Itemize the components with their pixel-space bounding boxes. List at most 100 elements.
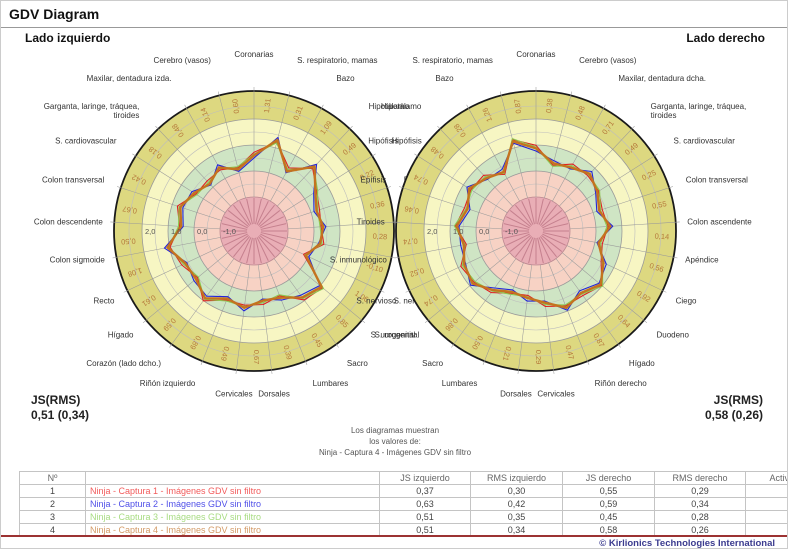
sector-label: Colon descendente xyxy=(34,217,103,226)
sector-label: Corazón (lado dcho.) xyxy=(86,359,161,368)
js-rms-right-label: JS(RMS) xyxy=(705,393,763,408)
js-rms-right-value: 0,58 (0,26) xyxy=(705,408,763,423)
sector-label: Tiroides xyxy=(357,217,385,226)
js-rms-left: JS(RMS) 0,51 (0,34) xyxy=(31,393,89,423)
sector-value: 0,28 xyxy=(372,231,387,241)
cell-capture-name: Ninja - Captura 1 - Imágenes GDV sin fil… xyxy=(86,485,380,498)
table-row[interactable]: 1Ninja - Captura 1 - Imágenes GDV sin fi… xyxy=(20,485,788,498)
cell-rms-right: 0,29 xyxy=(655,485,746,498)
sector-label: Cervicales xyxy=(537,390,574,399)
js-rms-left-value: 0,51 (0,34) xyxy=(31,408,89,423)
sector-label: S. respiratorio, mamas xyxy=(297,56,377,65)
sector-value: 0,87 xyxy=(512,98,523,114)
sector-label: Sacro xyxy=(422,359,443,368)
cell-activation xyxy=(746,511,788,524)
cell-capture-name: Ninja - Captura 2 - Imágenes GDV sin fil… xyxy=(86,498,380,511)
cell-num: 2 xyxy=(20,498,86,511)
cell-rms-right: 0,34 xyxy=(655,498,746,511)
sector-label: S. nervioso xyxy=(356,297,397,306)
table-header-6: Activación xyxy=(746,472,788,485)
js-rms-right: JS(RMS) 0,58 (0,26) xyxy=(705,393,763,423)
sector-label: Colon transversal xyxy=(42,175,104,184)
cell-capture-name: Ninja - Captura 3 - Imágenes GDV sin fil… xyxy=(86,511,380,524)
cell-js-left: 0,63 xyxy=(380,498,471,511)
sector-label: Duodeno xyxy=(656,331,689,340)
sector-label: Lumbares xyxy=(442,379,478,388)
table-header-1 xyxy=(86,472,380,485)
sector-label: Maxilar, dentadura dcha. xyxy=(618,74,706,83)
sector-label: S. inmunológico xyxy=(330,255,387,264)
captures-table-header: NºJS izquierdoRMS izquierdoJS derechoRMS… xyxy=(20,472,788,485)
cell-js-right: 0,45 xyxy=(563,511,655,524)
sector-label: S. respiratorio, mamas xyxy=(412,56,492,65)
ring-tick-label: 0,0 xyxy=(197,227,207,236)
diagram-note: Los diagramas muestran los valores de: N… xyxy=(1,425,788,458)
cell-activation xyxy=(746,498,788,511)
sector-value: 0,74 xyxy=(403,236,418,246)
sector-label: Hipotálamo xyxy=(381,102,422,111)
sector-label: S. cardiovascular xyxy=(674,137,736,146)
ring-tick-label: -1,0 xyxy=(223,227,236,236)
sector-label: Cerebro (vasos) xyxy=(579,56,637,65)
cell-num: 3 xyxy=(20,511,86,524)
cell-rms-left: 0,35 xyxy=(471,511,563,524)
note-line-3: Ninja - Captura 4 - Imágenes GDV sin fil… xyxy=(1,447,788,458)
cell-js-right: 0,59 xyxy=(563,498,655,511)
sector-label: Recto xyxy=(94,297,115,306)
cell-activation xyxy=(746,485,788,498)
ring-tick-label: 1,0 xyxy=(453,227,463,236)
sector-label: Colon transversal xyxy=(686,175,748,184)
sector-label: Riñón derecho xyxy=(595,379,648,388)
sector-label: Hipófisis xyxy=(368,137,398,146)
sector-label: Maxilar, dentadura izda. xyxy=(87,74,172,83)
sector-value: 0,60 xyxy=(230,98,241,114)
table-header-5: RMS derecho xyxy=(655,472,746,485)
sector-label: Ciego xyxy=(676,297,697,306)
note-line-2: los valores de: xyxy=(1,436,788,447)
ring-tick-label: 2,0 xyxy=(427,227,437,236)
sector-label: Bazo xyxy=(435,74,454,83)
table-header-2: JS izquierdo xyxy=(380,472,471,485)
sector-label: Lumbares xyxy=(313,379,349,388)
ring-tick-label: -1,0 xyxy=(505,227,518,236)
gdv-radar-charts: 0,601,310,311,090,490,220,360,28-0,101,0… xyxy=(1,43,788,415)
title-divider xyxy=(1,27,788,28)
sector-value: 0,29 xyxy=(534,350,543,365)
sector-label: Colon ascendente xyxy=(687,217,752,226)
ring-tick-label: 1,0 xyxy=(171,227,181,236)
cell-rms-right: 0,28 xyxy=(655,511,746,524)
sector-label: Cerebro (vasos) xyxy=(154,56,212,65)
sector-value: 0,67 xyxy=(252,350,261,365)
sector-label: Colon sigmoide xyxy=(50,255,106,264)
sector-label: Apéndice xyxy=(685,255,719,264)
table-row[interactable]: 3Ninja - Captura 3 - Imágenes GDV sin fi… xyxy=(20,511,788,524)
sector-label: Garganta, laringe, tráquea,tiroides xyxy=(651,102,747,120)
copyright: © Kirlionics Technologies International xyxy=(599,538,775,549)
cell-num: 1 xyxy=(20,485,86,498)
sector-label: Sacro xyxy=(347,359,368,368)
sector-label: S. cardiovascular xyxy=(55,137,117,146)
ring-tick-label: 0,0 xyxy=(479,227,489,236)
captures-table: NºJS izquierdoRMS izquierdoJS derechoRMS… xyxy=(19,471,788,537)
ring-tick-label: 2,0 xyxy=(145,227,155,236)
sector-label: Epífisis xyxy=(360,175,386,184)
sector-value: 0,38 xyxy=(544,98,555,114)
sector-label: Hígado xyxy=(108,331,134,340)
table-row[interactable]: 2Ninja - Captura 2 - Imágenes GDV sin fi… xyxy=(20,498,788,511)
sector-label: Hígado xyxy=(629,359,655,368)
cell-js-left: 0,51 xyxy=(380,511,471,524)
sector-label: S. urogenital xyxy=(371,331,416,340)
sector-label: Cervicales xyxy=(215,390,252,399)
sector-label: Garganta, laringe, tráquea,tiroides xyxy=(44,102,140,120)
cell-rms-left: 0,30 xyxy=(471,485,563,498)
bottom-divider xyxy=(1,535,788,537)
sector-value: 1,31 xyxy=(262,98,273,114)
note-line-1: Los diagramas muestran xyxy=(1,425,788,436)
js-rms-left-label: JS(RMS) xyxy=(31,393,89,408)
gdv-report-page: GDV Diagram Lado izquierdo Lado derecho … xyxy=(0,0,788,549)
sector-label: Riñón izquierdo xyxy=(140,379,196,388)
page-title: GDV Diagram xyxy=(9,6,99,22)
sector-label: Dorsales xyxy=(258,390,290,399)
cell-js-left: 0,37 xyxy=(380,485,471,498)
cell-js-right: 0,55 xyxy=(563,485,655,498)
